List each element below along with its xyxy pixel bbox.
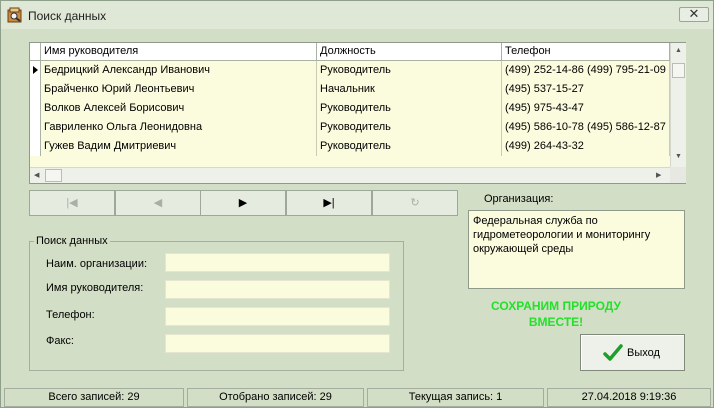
search-group: Поиск данных Наим. организации: Имя руко… (29, 235, 404, 371)
cell-position[interactable]: Руководитель (317, 99, 502, 118)
status-total: Всего записей: 29 (4, 388, 184, 407)
status-selected: Отобрано записей: 29 (187, 388, 364, 407)
close-button[interactable]: ✕ (679, 7, 709, 22)
row-indicator (30, 80, 41, 99)
horizontal-scroll-thumb[interactable] (45, 169, 62, 182)
cell-name[interactable]: Гавриленко Ольга Леонидовна (41, 118, 317, 137)
org-name-label: Наим. организации: (46, 258, 148, 270)
data-grid[interactable]: Имя руководителя Должность Телефон Бедри… (29, 42, 686, 184)
row-indicator (30, 137, 41, 156)
cell-position[interactable]: Руководитель (317, 118, 502, 137)
title-bar: Поиск данных ✕ (1, 1, 713, 29)
phone-label: Телефон: (46, 309, 95, 321)
search-group-title: Поиск данных (34, 235, 110, 247)
manager-name-label: Имя руководителя: (46, 282, 144, 294)
scroll-down-icon[interactable]: ▼ (675, 153, 682, 161)
cell-phone[interactable]: (495) 586-10-78 (495) 586-12-87 (502, 118, 670, 137)
window: Поиск данных ✕ Имя руководителя Должност… (0, 0, 714, 408)
window-title: Поиск данных (28, 9, 107, 23)
scroll-left-icon[interactable]: ◀ (34, 172, 39, 180)
cell-name[interactable]: Бедрицкий Александр Иванович (41, 61, 317, 80)
row-indicator (30, 61, 41, 80)
table-row[interactable]: Гужев Вадим Дмитриевич Руководитель (499… (30, 137, 670, 156)
table-row[interactable]: Бедрицкий Александр Иванович Руководител… (30, 61, 670, 80)
table-row[interactable]: Гавриленко Ольга Леонидовна Руководитель… (30, 118, 670, 137)
prior-record-button[interactable]: ◀ (115, 190, 201, 216)
first-icon: |◀ (66, 197, 78, 209)
prior-icon: ◀ (153, 197, 163, 209)
cell-name[interactable]: Гужев Вадим Дмитриевич (41, 137, 317, 156)
first-record-button[interactable]: |◀ (29, 190, 115, 216)
vertical-scroll-thumb[interactable] (672, 63, 685, 78)
current-row-pointer-icon (33, 66, 38, 74)
exit-button-label: Выход (627, 347, 660, 359)
org-name-input[interactable] (165, 253, 390, 272)
slogan-line-1: СОХРАНИМ ПРИРОДУ (491, 299, 621, 313)
horizontal-scrollbar[interactable]: ◀ ▶ (30, 167, 670, 183)
app-icon (7, 7, 22, 23)
scroll-corner (670, 167, 686, 183)
last-record-button[interactable]: ▶| (286, 190, 372, 216)
scroll-right-icon[interactable]: ▶ (656, 172, 661, 180)
status-bar: Всего записей: 29 Отобрано записей: 29 Т… (1, 386, 713, 407)
close-icon: ✕ (688, 6, 700, 21)
row-indicator (30, 99, 41, 118)
vertical-scrollbar[interactable]: ▲ ▼ (670, 43, 686, 167)
last-icon: ▶| (323, 197, 335, 209)
next-record-button[interactable]: ▶ (200, 190, 286, 216)
cell-name[interactable]: Волков Алексей Борисович (41, 99, 317, 118)
phone-input[interactable] (165, 307, 390, 326)
column-header-name[interactable]: Имя руководителя (41, 43, 317, 61)
table-row[interactable]: Брайченко Юрий Леонтьевич Начальник (495… (30, 80, 670, 99)
fax-label: Факс: (46, 335, 74, 347)
status-datetime: 27.04.2018 9:19:36 (547, 388, 711, 407)
record-navigator: |◀ ◀ ▶ ▶| ↻ (29, 190, 458, 216)
refresh-icon: ↻ (410, 197, 420, 209)
cell-name[interactable]: Брайченко Юрий Леонтьевич (41, 80, 317, 99)
row-indicator (30, 118, 41, 137)
grid-header: Имя руководителя Должность Телефон (30, 43, 670, 61)
refresh-button[interactable]: ↻ (372, 190, 458, 216)
exit-button[interactable]: Выход (580, 334, 685, 371)
slogan: СОХРАНИМ ПРИРОДУ ВМЕСТЕ! (471, 298, 641, 330)
checkmark-icon (603, 344, 623, 361)
cell-phone[interactable]: (495) 537-15-27 (502, 80, 670, 99)
cell-phone[interactable]: (499) 252-14-86 (499) 795-21-09 (502, 61, 670, 80)
cell-position[interactable]: Руководитель (317, 137, 502, 156)
fax-input[interactable] (165, 334, 390, 353)
header-indicator (30, 43, 41, 61)
column-header-phone[interactable]: Телефон (502, 43, 670, 61)
column-header-position[interactable]: Должность (317, 43, 502, 61)
manager-name-input[interactable] (165, 280, 390, 299)
next-icon: ▶ (238, 197, 248, 209)
slogan-line-2: ВМЕСТЕ! (528, 315, 584, 329)
cell-phone[interactable]: (495) 975-43-47 (502, 99, 670, 118)
organization-memo[interactable]: Федеральная служба по гидрометеорологии … (468, 210, 685, 289)
cell-phone[interactable]: (499) 264-43-32 (502, 137, 670, 156)
grid-rows: Бедрицкий Александр Иванович Руководител… (30, 61, 670, 156)
table-row[interactable]: Волков Алексей Борисович Руководитель (4… (30, 99, 670, 118)
scroll-up-icon[interactable]: ▲ (675, 47, 682, 55)
cell-position[interactable]: Руководитель (317, 61, 502, 80)
cell-position[interactable]: Начальник (317, 80, 502, 99)
status-current: Текущая запись: 1 (367, 388, 544, 407)
organization-label: Организация: (484, 193, 554, 205)
